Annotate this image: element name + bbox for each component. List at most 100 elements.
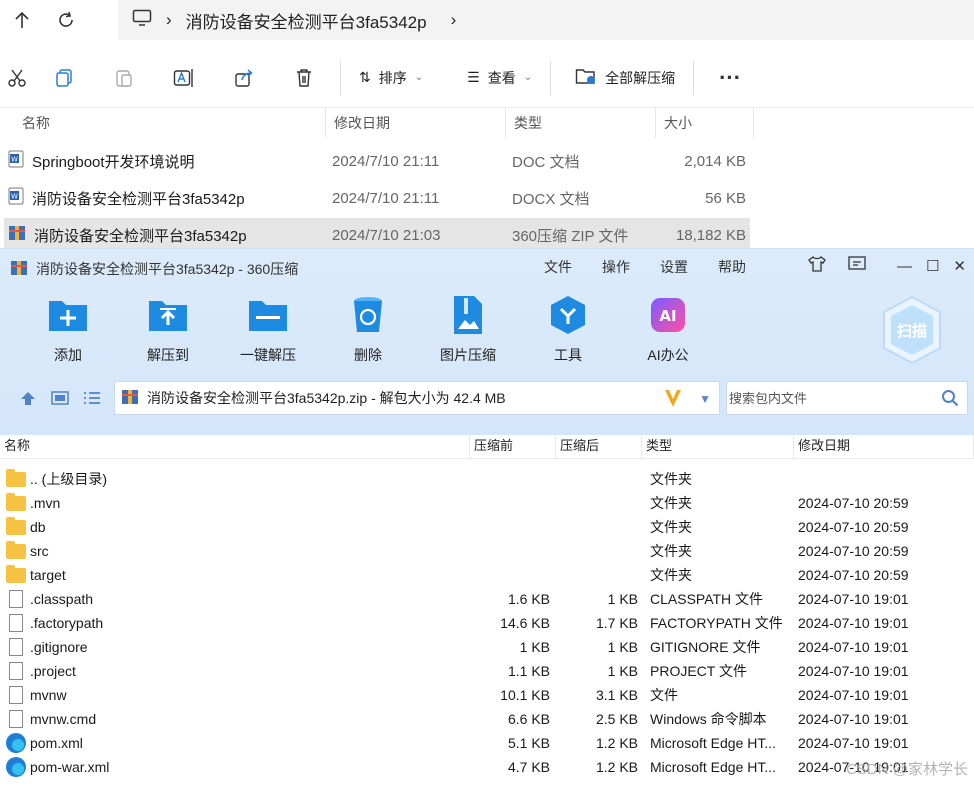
zip-file-date: 2024-07-10 20:59 <box>798 495 909 511</box>
zip-file-row[interactable]: .factorypath 14.6 KB 1.7 KB FACTORYPATH 文件 2… <box>0 611 974 635</box>
breadcrumb[interactable]: › 消防设备安全检测平台3fa5342p › <box>118 0 974 40</box>
recycle-bin-icon <box>348 295 388 335</box>
zip-file-type: 文件 <box>650 687 678 703</box>
zip-column-header: 名称 压缩前 压缩后 类型 修改日期 <box>0 435 974 459</box>
rename-icon[interactable] <box>154 58 214 98</box>
zip-file-date: 2024-07-10 20:59 <box>798 543 909 559</box>
svg-text:AI: AI <box>659 307 676 325</box>
zcol-after[interactable]: 压缩后 <box>556 435 642 458</box>
scan-label: 扫描 <box>897 322 927 340</box>
zip-file-row[interactable]: .mvn 文件夹 2024-07-10 20:59 <box>0 491 974 515</box>
zip-file-row[interactable]: db 文件夹 2024-07-10 20:59 <box>0 515 974 539</box>
breadcrumb-folder[interactable]: 消防设备安全检测平台3fa5342p <box>186 8 427 33</box>
zcol-before[interactable]: 压缩前 <box>470 435 556 458</box>
maximize-icon[interactable]: ☐ <box>926 257 939 275</box>
feedback-icon[interactable] <box>847 255 867 277</box>
word-docx-icon: W <box>8 187 24 209</box>
list-view-icon[interactable] <box>76 382 108 414</box>
zcol-type[interactable]: 类型 <box>642 435 794 458</box>
view-button[interactable]: ☰ 查看 ⌄ <box>455 58 544 98</box>
delete-icon[interactable] <box>274 58 334 98</box>
menu-file[interactable]: 文件 <box>544 257 572 277</box>
zip-file-row[interactable]: .classpath 1.6 KB 1 KB CLASSPATH 文件 2024-07-… <box>0 587 974 611</box>
thumbnail-view-icon[interactable] <box>44 382 76 414</box>
dropdown-triangle-icon[interactable]: ▼ <box>699 392 711 406</box>
up-arrow-icon[interactable] <box>0 2 44 38</box>
zip-file-row[interactable]: mvnw 10.1 KB 3.1 KB 文件 2024-07-10 19:01 <box>0 683 974 707</box>
image-compress-button[interactable]: 图片压缩 <box>418 295 518 375</box>
chevron-down-icon: ⌄ <box>523 72 533 83</box>
one-click-extract-button[interactable]: 一键解压 <box>218 295 318 375</box>
zip-file-size-before: 5.1 KB <box>507 735 550 751</box>
sort-button[interactable]: ⇅ 排序 ⌄ <box>347 58 435 98</box>
search-field[interactable] <box>726 381 968 415</box>
v-badge-icon[interactable] <box>663 387 683 412</box>
zip-file-row[interactable]: .gitignore 1 KB 1 KB GITIGNORE 文件 2024-07-10… <box>0 635 974 659</box>
col-date[interactable]: 修改日期 <box>326 108 506 138</box>
file-size: 2,014 KB <box>684 152 746 170</box>
zip-file-row[interactable]: target 文件夹 2024-07-10 20:59 <box>0 563 974 587</box>
divider <box>693 60 695 95</box>
folder-extract-icon <box>575 67 597 88</box>
zip-file-row[interactable]: .project 1.1 KB 1 KB PROJECT 文件 2024-07-10 1… <box>0 659 974 683</box>
add-folder-icon <box>48 295 88 335</box>
menu-settings[interactable]: 设置 <box>660 257 688 277</box>
file-row[interactable]: W Springboot开发环境说明 2024/7/10 21:11 DOC 文档… <box>4 144 750 178</box>
zip-file-type: 文件夹 <box>650 567 692 583</box>
zip-file-type: 文件夹 <box>650 519 692 535</box>
ai-office-label: AI办公 <box>647 347 689 363</box>
cut-icon[interactable] <box>0 58 34 98</box>
share-icon[interactable] <box>214 58 274 98</box>
address-bar: › 消防设备安全检测平台3fa5342p › <box>0 0 974 40</box>
col-name[interactable]: 名称 <box>0 108 326 138</box>
close-icon[interactable]: ✕ <box>953 257 966 275</box>
zip-file-date: 2024-07-10 19:01 <box>798 615 909 631</box>
add-button[interactable]: 添加 <box>18 295 118 375</box>
watermark: CSDN @家林学长 <box>846 761 968 778</box>
zip-file-size-after: 2.5 KB <box>595 711 638 727</box>
file-icon <box>9 590 23 608</box>
zip-file-name: mvnw.cmd <box>30 711 97 727</box>
col-type[interactable]: 类型 <box>506 108 656 138</box>
file-row[interactable]: W 消防设备安全检测平台3fa5342p 2024/7/10 21:11 DOCX… <box>4 181 750 215</box>
zip-file-size-after: 1 KB <box>607 663 638 679</box>
menu-help[interactable]: 帮助 <box>718 257 746 277</box>
zcol-date[interactable]: 修改日期 <box>794 435 974 458</box>
zip-file-date: 2024-07-10 19:01 <box>798 735 909 751</box>
menu-operation[interactable]: 操作 <box>602 257 630 277</box>
zip-file-row[interactable]: mvnw.cmd 6.6 KB 2.5 KB Windows 命令脚本 2024-07-… <box>0 707 974 731</box>
ai-office-button[interactable]: AI AI办公 <box>618 295 718 375</box>
zip-archive-icon <box>8 224 26 246</box>
zip-file-type: 文件夹 <box>650 495 692 511</box>
tools-button[interactable]: 工具 <box>518 295 618 375</box>
extract-all-button[interactable]: 全部解压缩 <box>563 58 687 98</box>
copy-icon[interactable] <box>34 58 94 98</box>
file-icon <box>9 710 23 728</box>
extract-all-label: 全部解压缩 <box>605 69 676 86</box>
extract-to-button[interactable]: 解压到 <box>118 295 218 375</box>
delete-button[interactable]: 删除 <box>318 295 418 375</box>
refresh-icon[interactable] <box>44 2 88 38</box>
scan-button[interactable]: 扫描 <box>880 295 944 365</box>
extract-folder-icon <box>148 295 188 335</box>
more-options-icon[interactable]: ··· <box>700 58 760 98</box>
file-row-selected[interactable]: 消防设备安全检测平台3fa5342p 2024/7/10 21:03 360压缩… <box>4 218 750 252</box>
zip-file-row[interactable]: pom.xml 5.1 KB 1.2 KB Microsoft Edge HT... 2… <box>0 731 974 755</box>
zip-file-row[interactable]: src 文件夹 2024-07-10 20:59 <box>0 539 974 563</box>
zip-file-row[interactable]: pom-war.xml 4.7 KB 1.2 KB Microsoft Edge HT… <box>0 755 974 779</box>
search-icon[interactable] <box>941 389 959 410</box>
skin-shirt-icon[interactable] <box>807 255 827 277</box>
file-type: DOCX 文档 <box>512 190 590 208</box>
paste-icon[interactable] <box>94 58 154 98</box>
window-controls: — ☐ ✕ <box>807 255 966 277</box>
zcol-name[interactable]: 名称 <box>0 435 470 458</box>
minimize-icon[interactable]: — <box>897 258 912 275</box>
zip-archive-icon <box>121 388 139 409</box>
col-size[interactable]: 大小 <box>656 108 754 138</box>
svg-text:W: W <box>11 193 18 201</box>
search-input[interactable] <box>729 390 929 406</box>
zip-file-row[interactable]: .. (上级目录) 文件夹 <box>0 467 974 491</box>
archive-path-field[interactable]: 消防设备安全检测平台3fa5342p.zip - 解包大小为 42.4 MB ▼ <box>114 381 720 415</box>
up-level-icon[interactable] <box>12 382 44 414</box>
file-name: Springboot开发环境说明 <box>32 153 195 171</box>
